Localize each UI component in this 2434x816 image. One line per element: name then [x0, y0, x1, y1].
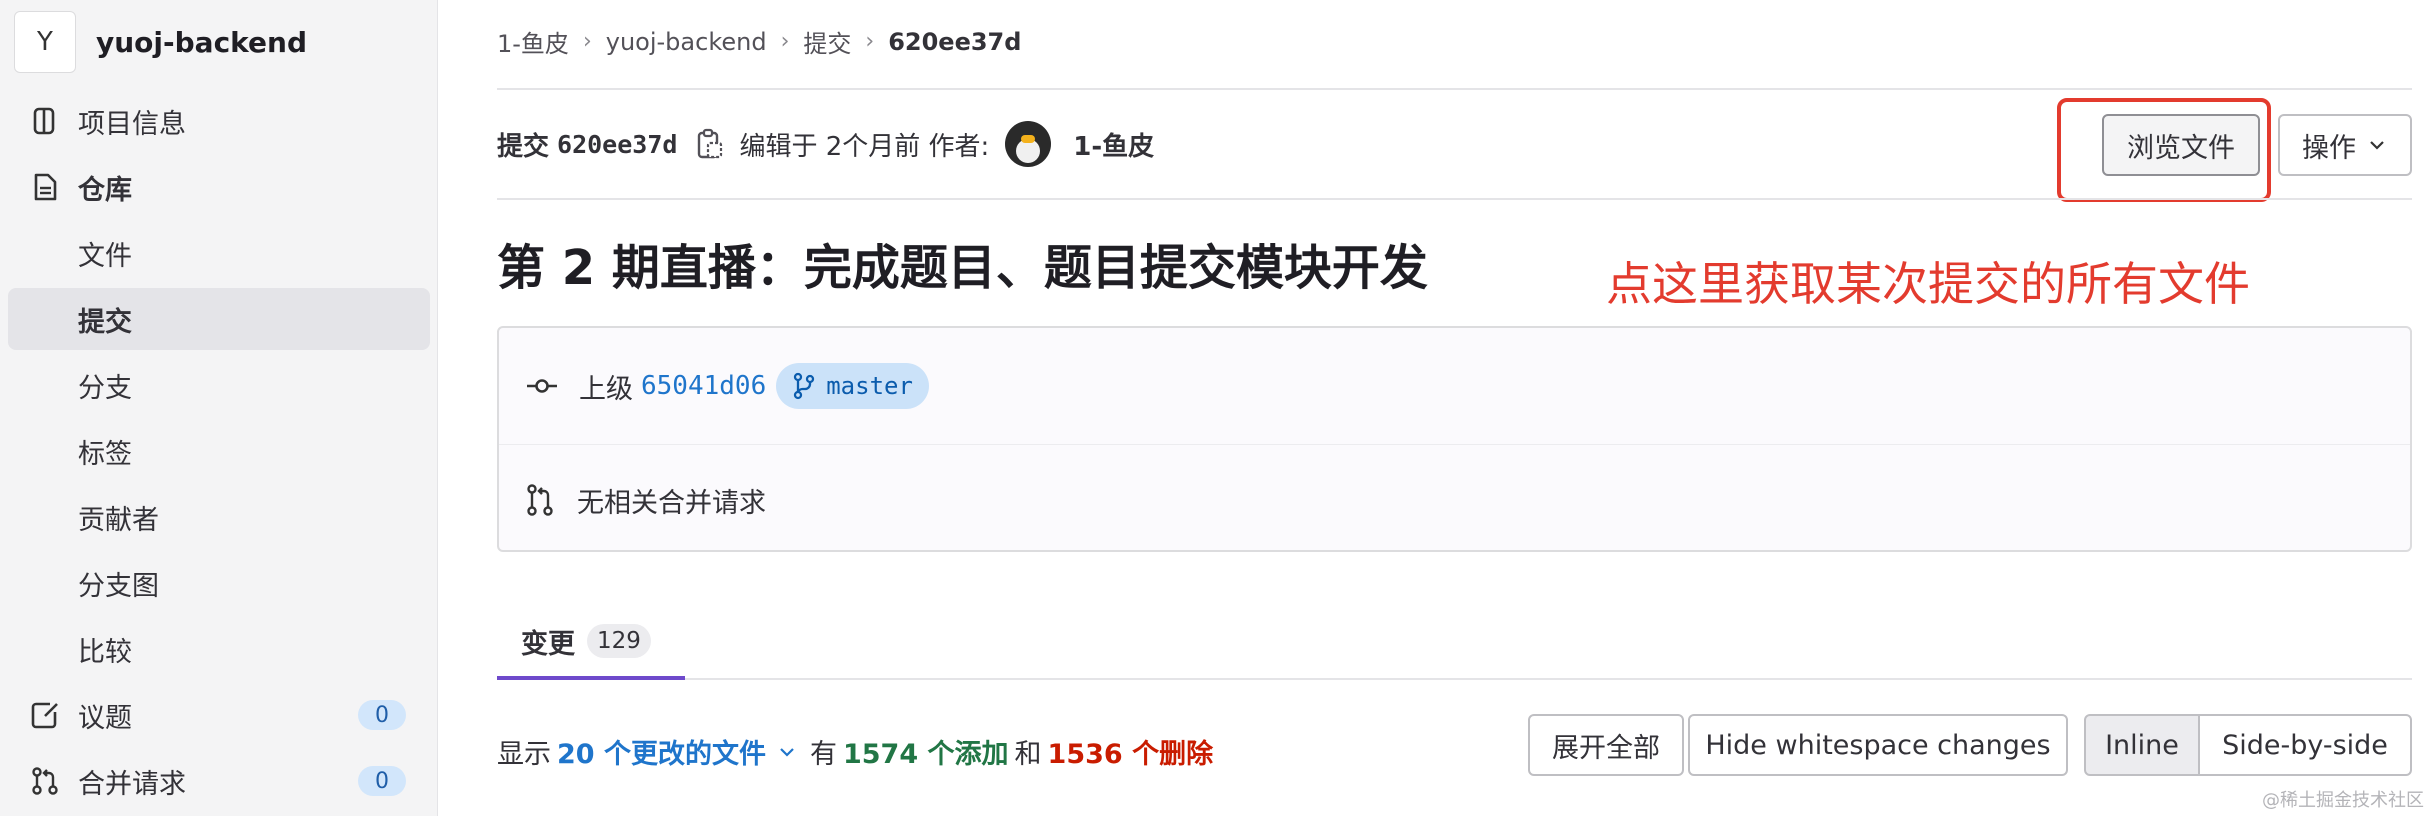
actions-label: 操作: [2302, 132, 2356, 164]
branch-name: master: [826, 372, 913, 400]
issues-count-badge: 0: [358, 700, 406, 730]
parent-sha-link[interactable]: 65041d06: [641, 371, 766, 401]
watermark: @稀土掘金技术社区: [2262, 790, 2424, 811]
chevron-right-icon: ›: [582, 29, 592, 54]
project-avatar: Y: [14, 11, 76, 73]
breadcrumb-item[interactable]: yuoj-backend: [606, 28, 767, 56]
annotation-highlight-box: [2057, 98, 2271, 202]
author-avatar[interactable]: [1005, 121, 1052, 167]
sidebar-item-branches[interactable]: 分支: [8, 354, 430, 416]
breadcrumb-item[interactable]: 1-鱼皮: [497, 24, 569, 59]
sidebar-item-issues[interactable]: 议题 0: [8, 684, 430, 746]
sidebar-item-contributors[interactable]: 贡献者: [8, 486, 430, 548]
changes-count-badge: 129: [587, 624, 651, 658]
sidebar-item-project-info[interactable]: 项目信息: [8, 90, 430, 152]
sidebar-item-label: 分支: [78, 372, 132, 404]
commit-header: 提交 620ee37d 编辑于 2个月前 作者: 1-鱼皮: [497, 118, 1154, 170]
project-info-icon: [33, 107, 55, 135]
hide-whitespace-button[interactable]: Hide whitespace changes: [1688, 714, 2068, 776]
divider: [497, 88, 2412, 90]
merge-request-icon: [527, 484, 553, 516]
chevron-right-icon: ›: [865, 29, 875, 54]
parent-label: 上级: [579, 373, 633, 405]
sidebar-item-graph[interactable]: 分支图: [8, 552, 430, 614]
merge-request-icon: [32, 767, 58, 795]
sidebar-item-label: 合并请求: [78, 768, 186, 800]
sidebar-item-repository[interactable]: 仓库: [8, 156, 430, 218]
additions-count: 1574 个添加: [842, 739, 1009, 770]
breadcrumb: 1-鱼皮 › yuoj-backend › 提交 › 620ee37d: [497, 24, 1021, 59]
summary-has-text: 有: [809, 739, 837, 770]
parent-commit-row: 上级 65041d06 master: [525, 360, 929, 412]
tab-changes[interactable]: 变更 129: [497, 606, 685, 680]
breadcrumb-item[interactable]: 提交: [803, 24, 851, 59]
chevron-down-icon[interactable]: [778, 746, 796, 758]
author-name[interactable]: 1-鱼皮: [1073, 126, 1154, 163]
sidebar-item-label: 文件: [78, 240, 132, 272]
merge-requests-row: 无相关合并请求: [525, 474, 766, 526]
commit-edited-text: 编辑于 2个月前 作者:: [739, 131, 990, 162]
sidebar-item-label: 仓库: [78, 174, 132, 206]
sidebar-item-label: 标签: [78, 438, 132, 470]
sidebar-item-label: 议题: [78, 702, 132, 734]
side-by-side-view-button[interactable]: Side-by-side: [2198, 714, 2412, 776]
divider: [497, 198, 2412, 200]
branch-badge[interactable]: master: [776, 363, 929, 409]
sidebar-item-label: 贡献者: [78, 504, 159, 536]
diff-summary: 显示 20 个更改的文件 有 1574 个添加 和 1536 个删除: [497, 732, 1213, 771]
sidebar-item-label: 比较: [78, 636, 132, 668]
branch-icon: [794, 372, 815, 400]
sidebar-item-files[interactable]: 文件: [8, 222, 430, 284]
summary-and-text: 和: [1014, 739, 1042, 770]
deletions-count: 1536 个删除: [1047, 739, 1214, 770]
summary-show-text: 显示: [497, 739, 551, 770]
issues-icon: [31, 702, 58, 729]
inline-view-button[interactable]: Inline: [2084, 714, 2200, 776]
chevron-right-icon: ›: [780, 29, 790, 54]
sidebar-item-tags[interactable]: 标签: [8, 420, 430, 482]
annotation-text: 点这里获取某次提交的所有文件: [1606, 257, 2250, 311]
expand-all-button[interactable]: 展开全部: [1528, 714, 1684, 776]
commit-title: 第 2 期直播：完成题目、题目提交模块开发: [497, 240, 1428, 296]
sidebar-item-commits[interactable]: 提交: [8, 288, 430, 350]
project-name[interactable]: yuoj-backend: [96, 26, 307, 59]
commit-info-box: 上级 65041d06 master 无相关合并请求: [497, 326, 2412, 552]
sidebar: Y yuoj-backend 项目信息 仓库 文件 提交 分支 标签 贡献者 分…: [0, 0, 438, 816]
merge-requests-text: 无相关合并请求: [577, 487, 766, 519]
commit-prefix: 提交: [497, 131, 550, 162]
sidebar-item-label: 提交: [78, 306, 132, 338]
copy-icon[interactable]: [695, 127, 725, 161]
avatar-beak: [1021, 135, 1036, 143]
project-header[interactable]: Y yuoj-backend: [14, 10, 307, 74]
sidebar-item-compare[interactable]: 比较: [8, 618, 430, 680]
chevron-down-icon: [2370, 141, 2384, 150]
sidebar-item-label: 分支图: [78, 570, 159, 602]
commit-id: 620ee37d: [557, 129, 678, 159]
changed-files-dropdown[interactable]: 20 个更改的文件: [557, 732, 766, 771]
divider: [497, 678, 2412, 680]
tab-label: 变更: [521, 628, 575, 660]
commit-node-icon: [527, 379, 557, 393]
sidebar-item-merge-requests[interactable]: 合并请求 0: [8, 750, 430, 812]
breadcrumb-current[interactable]: 620ee37d: [888, 28, 1021, 56]
sidebar-item-label: 项目信息: [78, 108, 186, 140]
merge-requests-count-badge: 0: [358, 766, 406, 796]
divider: [499, 444, 2410, 445]
document-icon: [34, 173, 57, 201]
actions-dropdown-button[interactable]: 操作: [2278, 114, 2412, 176]
